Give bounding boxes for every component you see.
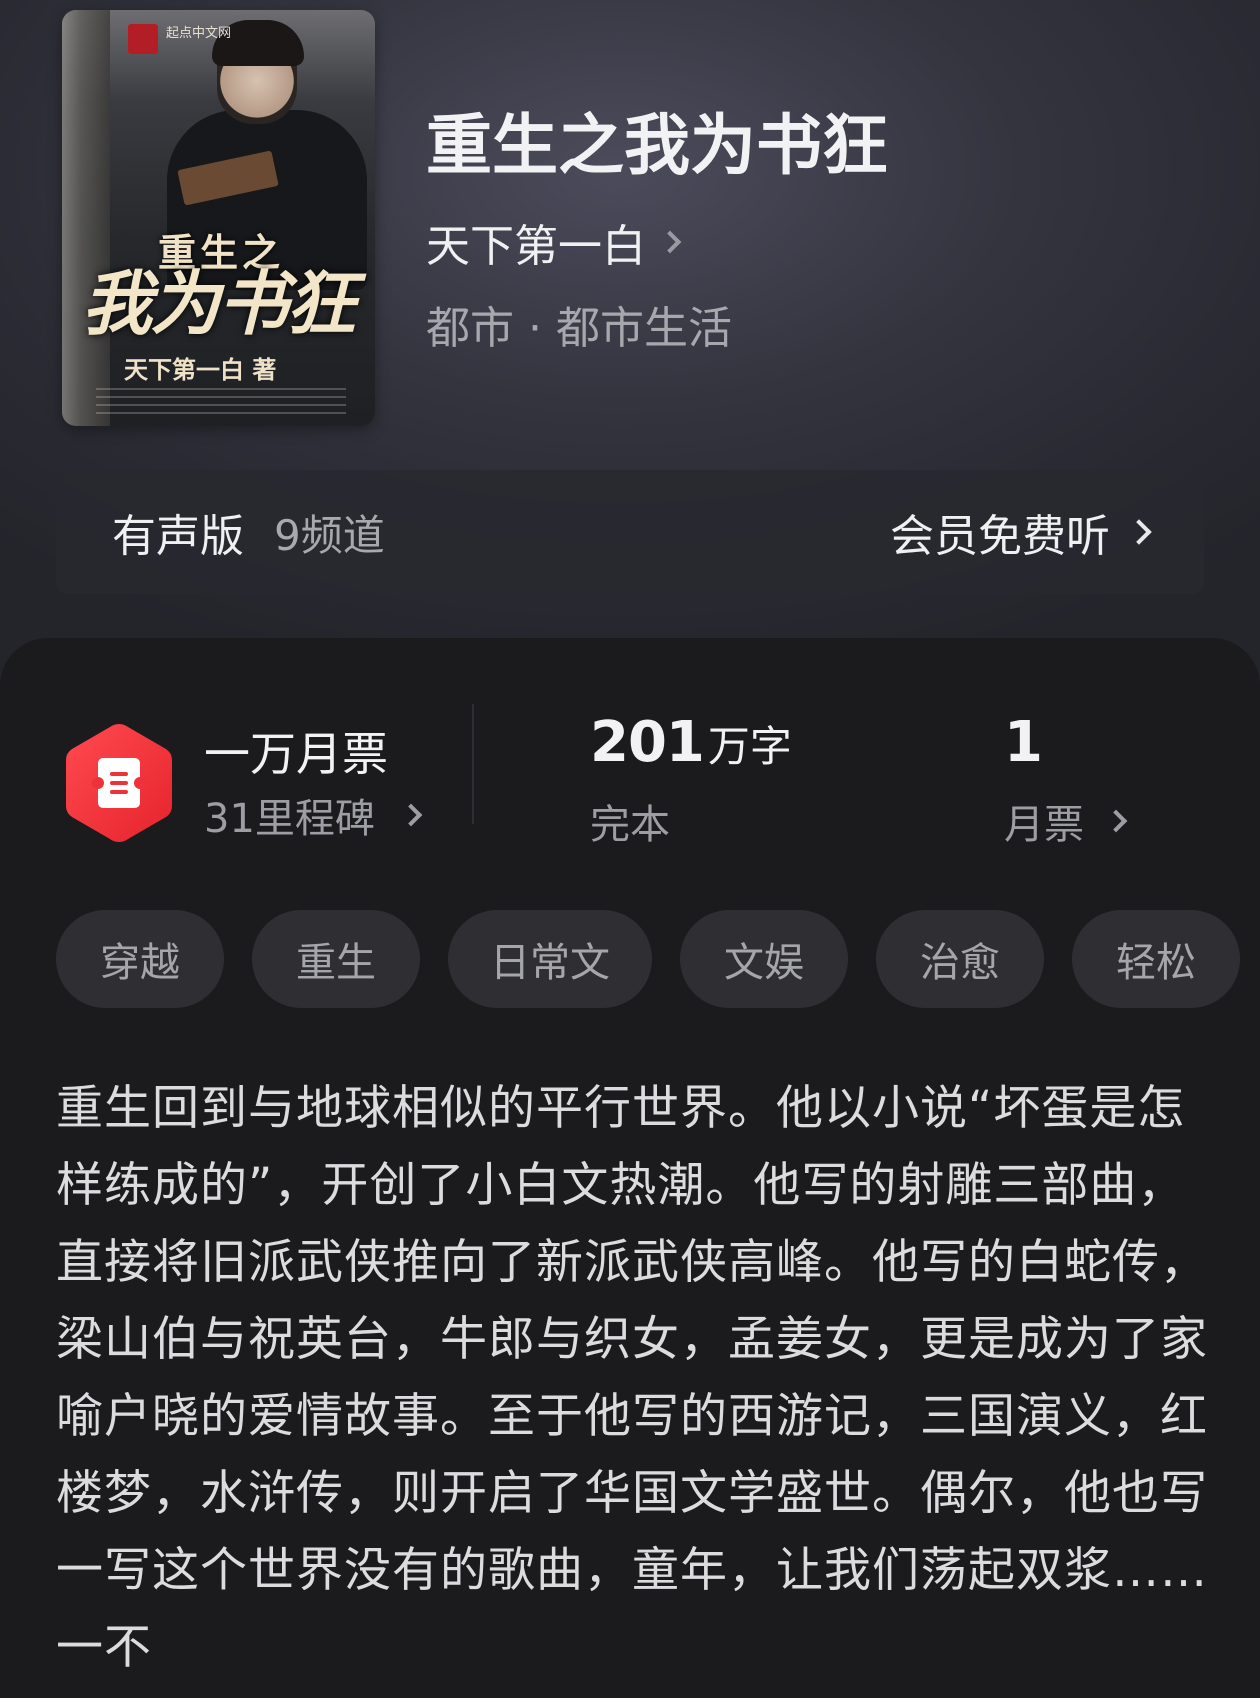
milestone-count: 31里程碑 [204,796,375,842]
book-info-panel: 一万月票 31里程碑 201万字 完本 1 月票 穿越 重生 日常文 文娱 治愈… [0,638,1260,1698]
chevron-right-icon [1126,519,1152,545]
tag-chip[interactable]: 治愈 [876,910,1044,1008]
tag-chip[interactable]: 文娱 [680,910,848,1008]
book-title: 重生之我为书狂 [426,106,888,184]
cover-publisher: 起点中文网 [166,26,232,41]
word-count-number: 201 [590,710,705,775]
tag-chip[interactable]: 日常文 [448,910,652,1008]
word-count-unit: 万字 [707,722,792,771]
monthly-votes-link[interactable]: 月票 [1004,792,1128,850]
tag-list: 穿越 重生 日常文 文娱 治愈 轻松 [56,910,1260,1010]
cover-fine-print [96,388,346,414]
ticket-milestone-title: 一万月票 [204,727,388,781]
chevron-right-icon [658,230,682,254]
author-link[interactable]: 天下第一白 [426,210,682,274]
chevron-right-icon [399,803,423,827]
cover-title-large: 我为书狂 [82,262,356,345]
audio-version-bar[interactable]: 有声版 9频道 会员免费听 [56,470,1204,594]
audio-version-label: 有声版 [112,511,244,562]
book-detail-page: 起点中文网 重生之 我为书狂 天下第一白 著 重生之我为书狂 天下第一白 都市 … [0,0,1260,1698]
tag-chip[interactable]: 穿越 [56,910,224,1008]
word-count: 201万字 [590,710,792,775]
monthly-votes-label: 月票 [1004,802,1084,848]
audio-channel: 9频道 [274,510,385,560]
book-category: 都市 · 都市生活 [426,303,732,354]
completion-status: 完本 [590,802,670,848]
cover-author-credit: 天下第一白 著 [124,355,277,384]
chevron-right-icon [1104,809,1128,833]
member-free-listen-button[interactable]: 会员免费听 [890,500,1152,564]
monthly-votes-count: 1 [1004,710,1043,775]
stat-divider [472,704,474,824]
tag-chip[interactable]: 重生 [252,910,420,1008]
monthly-ticket-badge-icon [66,724,172,842]
tag-chip[interactable]: 轻松 [1072,910,1240,1008]
book-synopsis[interactable]: 重生回到与地球相似的平行世界。他以小说“坏蛋是怎样练成的”，开创了小白文热潮。他… [56,1070,1216,1698]
milestone-link[interactable]: 31里程碑 [204,786,423,844]
author-name: 天下第一白 [426,221,646,272]
cover-curtain [62,10,110,426]
member-free-listen-label: 会员免费听 [890,511,1110,562]
book-cover[interactable]: 起点中文网 重生之 我为书狂 天下第一白 著 [62,10,375,426]
publisher-seal-icon [128,24,158,54]
